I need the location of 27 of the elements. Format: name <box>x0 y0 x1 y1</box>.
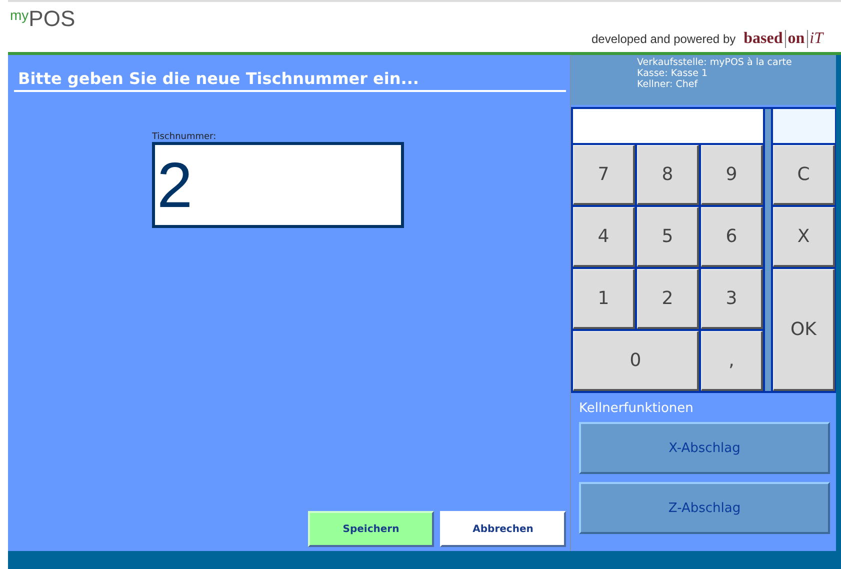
keypad-key[interactable]: 5 <box>637 207 699 267</box>
field-label: Tischnummer: <box>152 132 218 142</box>
brand-logo: based on iT <box>742 30 825 48</box>
keypad-key[interactable]: 0 <box>573 331 699 391</box>
keypad-key[interactable]: 3 <box>701 269 763 329</box>
dialog-title: Bitte geben Sie die neue Tischnummer ein... <box>14 69 566 92</box>
save-button[interactable]: Speichern <box>308 511 434 547</box>
logo: $^{my}$POS <box>10 5 76 30</box>
keypad-display <box>773 109 835 143</box>
keypad-key[interactable]: 7 <box>573 145 635 205</box>
info-text: Verkaufsstelle: myPOS à la carte <box>637 57 793 68</box>
credit-text: developed and powered by <box>592 32 736 46</box>
info-text: Kellner: Chef <box>637 79 699 90</box>
info-text: Kasse: Kasse 1 <box>637 68 709 79</box>
cancel-button[interactable]: Abbrechen <box>440 511 566 547</box>
keypad-key[interactable]: 1 <box>573 269 635 329</box>
keypad-key[interactable]: OK <box>773 269 835 391</box>
keypad-key[interactable]: 8 <box>637 145 699 205</box>
section-title: Kellnerfunktionen <box>579 401 694 416</box>
keypad-key[interactable]: X <box>773 207 835 267</box>
keypad-key[interactable]: 6 <box>701 207 763 267</box>
table-number-field[interactable]: 2 <box>152 142 404 228</box>
keypad-key[interactable]: 4 <box>573 207 635 267</box>
keypad-key[interactable]: C <box>773 145 835 205</box>
keypad-key[interactable]: 9 <box>701 145 763 205</box>
keypad-key[interactable]: , <box>701 331 763 391</box>
keypad-key[interactable]: 2 <box>637 269 699 329</box>
